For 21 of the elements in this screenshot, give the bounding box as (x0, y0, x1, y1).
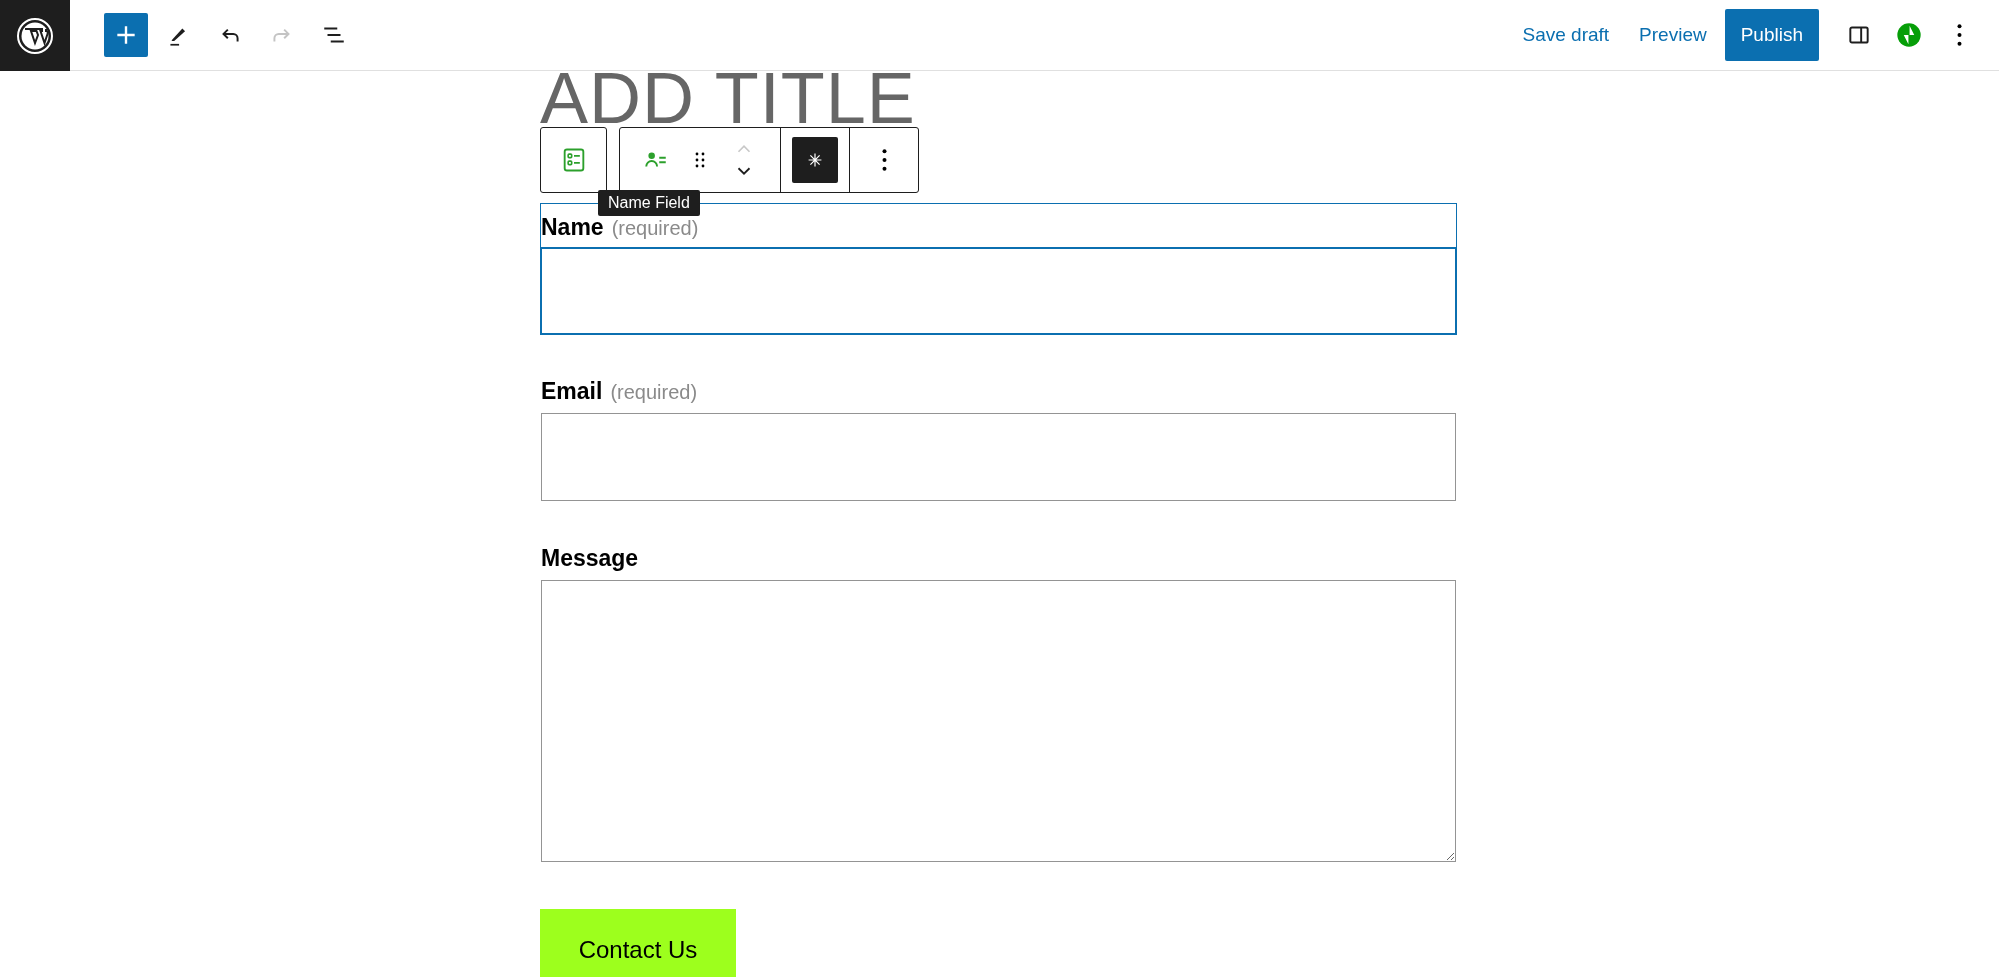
required-note: (required) (611, 217, 699, 240)
field-label: Message (541, 545, 639, 572)
tooltip: Name Field (598, 190, 700, 216)
submit-button[interactable]: Contact Us (540, 909, 736, 977)
save-draft-button[interactable]: Save draft (1510, 14, 1622, 56)
preview-button[interactable]: Preview (1627, 14, 1719, 56)
wordpress-logo[interactable] (0, 0, 70, 71)
block-type-button[interactable] (540, 127, 607, 193)
text-field[interactable] (541, 413, 1456, 501)
publish-button[interactable]: Publish (1724, 9, 1819, 61)
more-options-icon (881, 149, 887, 171)
plus-button[interactable] (104, 13, 148, 57)
required-note: (required) (610, 381, 698, 404)
field-label: Name (541, 214, 604, 241)
lightning-bolt-icon (1895, 21, 1923, 49)
field-label: Email (541, 378, 603, 405)
message-field[interactable] (541, 580, 1456, 862)
text-field[interactable] (540, 247, 1457, 335)
required-toggle-button[interactable] (792, 137, 838, 183)
more-options-icon (1956, 24, 1962, 46)
title-placeholder[interactable]: ADD TITLE (540, 71, 916, 125)
